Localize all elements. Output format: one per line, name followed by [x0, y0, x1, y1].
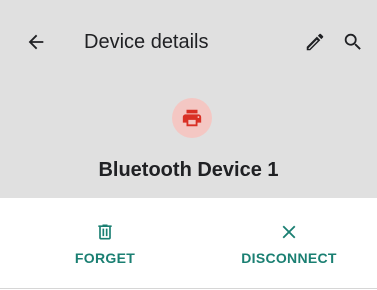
page-title: Device details [84, 31, 209, 53]
printer-icon [182, 109, 202, 127]
disconnect-label: DISCONNECT [241, 250, 337, 266]
disconnect-button[interactable]: DISCONNECT [214, 198, 364, 288]
trash-icon [98, 224, 112, 240]
device-avatar [172, 98, 212, 138]
close-icon [282, 225, 296, 239]
edit-button[interactable] [297, 24, 333, 60]
arrow-back-icon [28, 34, 44, 50]
forget-label: FORGET [74, 250, 136, 266]
forget-button[interactable]: FORGET [30, 198, 180, 288]
device-name: Bluetooth Device 1 [98, 159, 279, 181]
back-button[interactable] [18, 24, 54, 60]
device-actions: FORGET DISCONNECT [0, 198, 377, 289]
search-icon [344, 33, 361, 50]
device-header: Device details Bluetooth Device 1 [0, 0, 377, 198]
pencil-icon [306, 33, 324, 51]
search-button[interactable] [335, 24, 371, 60]
